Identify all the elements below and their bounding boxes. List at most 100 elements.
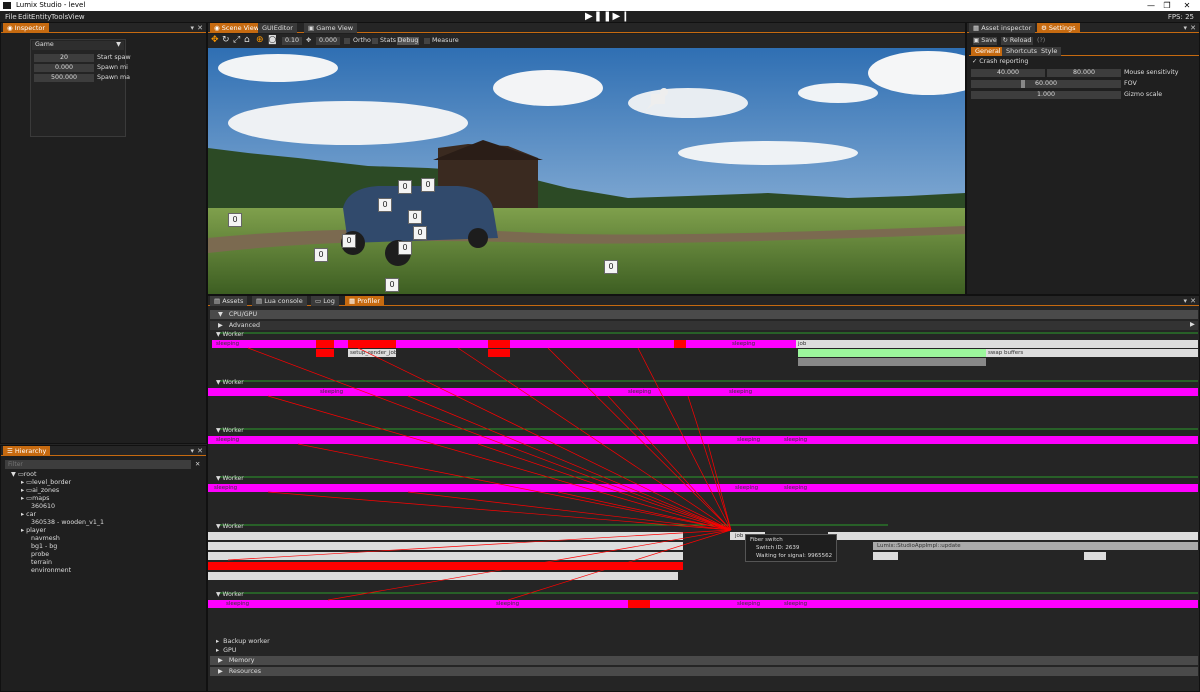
close-settings-icon[interactable]: ✕: [1190, 23, 1196, 33]
pin-icon[interactable]: ▾: [1183, 296, 1187, 306]
ortho-checkbox[interactable]: [344, 38, 350, 44]
component-select[interactable]: Game ▼: [32, 41, 124, 50]
entity-badge[interactable]: 0: [378, 198, 392, 212]
spawn-max-field[interactable]: 500.000: [34, 74, 94, 82]
block-sleeping[interactable]: sleeping: [318, 388, 343, 396]
menu-tools[interactable]: Tools: [51, 13, 68, 21]
block-sleeping[interactable]: sleeping: [782, 600, 807, 608]
tab-log[interactable]: ▭ Log: [311, 296, 339, 306]
tree-item-bg[interactable]: bg1 - bg: [31, 543, 57, 551]
pin-icon[interactable]: ▾: [190, 23, 194, 33]
snap-icon[interactable]: ✥: [306, 37, 311, 45]
reload-button[interactable]: ↻ Reload: [1001, 37, 1033, 45]
tree-item-root[interactable]: ▼ ▭root: [11, 471, 36, 479]
entity-badge[interactable]: 0: [413, 226, 427, 240]
clear-filter-icon[interactable]: ✕: [195, 461, 200, 469]
profiler-timeline[interactable]: [208, 330, 1200, 640]
block-sleeping[interactable]: sleeping: [224, 600, 249, 608]
block-job[interactable]: job: [796, 340, 806, 348]
tree-item-360610[interactable]: 360610: [31, 503, 55, 511]
section-advanced[interactable]: ▶ Advanced: [210, 321, 1198, 330]
section-cpu-gpu[interactable]: ▼ CPU/GPU: [210, 310, 1198, 319]
section-memory[interactable]: ▶ Memory: [210, 656, 1198, 665]
entity-badge[interactable]: 0: [398, 180, 412, 194]
worker-label[interactable]: ▼ Worker: [216, 427, 244, 434]
section-gpu[interactable]: ▸ GPU: [216, 647, 236, 655]
section-resources[interactable]: ▶ Resources: [210, 667, 1198, 676]
measure-checkbox[interactable]: [424, 38, 430, 44]
tab-asset-inspector[interactable]: ▦ Asset inspector: [969, 23, 1036, 33]
rotation-snap-field[interactable]: 0.000: [316, 37, 340, 45]
block-sleeping[interactable]: sleeping: [212, 484, 237, 492]
help-icon[interactable]: (?): [1037, 37, 1045, 45]
entity-badge[interactable]: 0: [398, 241, 412, 255]
tree-item-terrain[interactable]: terrain: [31, 559, 52, 567]
tab-profiler[interactable]: ▦ Profiler: [345, 296, 385, 306]
tab-gui-editor[interactable]: GUIEditor: [258, 23, 297, 33]
pin-icon[interactable]: ▾: [1183, 23, 1187, 33]
block-sleeping[interactable]: sleeping: [214, 436, 239, 444]
worker-label[interactable]: ▼ Worker: [216, 379, 244, 386]
close-icon[interactable]: ✕: [1180, 0, 1194, 11]
entity-badge[interactable]: 0: [408, 210, 422, 224]
tab-lua-console[interactable]: ▤ Lua console: [252, 296, 307, 306]
section-backup-worker[interactable]: ▸ Backup worker: [216, 638, 270, 646]
tree-item-car[interactable]: ▸ car: [21, 511, 36, 519]
block-sleeping[interactable]: sleeping: [494, 600, 519, 608]
block-swap-buffers[interactable]: swap buffers: [986, 349, 1023, 357]
fov-slider[interactable]: 60.000: [971, 80, 1121, 88]
block-sleeping[interactable]: sleeping: [735, 600, 760, 608]
scale-icon[interactable]: ⤢: [233, 36, 240, 45]
block-job[interactable]: job: [733, 532, 743, 540]
tree-item-navmesh[interactable]: navmesh: [31, 535, 60, 543]
pause-icon[interactable]: ❚❚: [594, 11, 613, 22]
block-sleeping[interactable]: sleeping: [727, 388, 752, 396]
tab-inspector[interactable]: ◉ Inspector: [3, 23, 50, 33]
tree-item-environment[interactable]: environment: [31, 567, 71, 575]
menu-entity[interactable]: Entity: [31, 13, 51, 21]
block-sleeping[interactable]: sleeping: [782, 484, 807, 492]
tab-assets[interactable]: ▤ Assets: [210, 296, 248, 306]
block-sleeping[interactable]: sleeping: [782, 436, 807, 444]
close-hierarchy-icon[interactable]: ✕: [197, 446, 203, 456]
tab-shortcuts[interactable]: Shortcuts: [1002, 47, 1042, 56]
maximize-icon[interactable]: ❐: [1160, 0, 1174, 11]
close-profiler-icon[interactable]: ✕: [1190, 296, 1196, 306]
mouse-sensitivity-x[interactable]: 40.000: [971, 69, 1045, 77]
block-sleeping[interactable]: sleeping: [733, 484, 758, 492]
move-icon[interactable]: ✥: [211, 36, 219, 45]
menu-edit[interactable]: Edit: [18, 13, 32, 21]
pin-icon[interactable]: ▾: [190, 446, 194, 456]
worker-label[interactable]: ▼ Worker: [216, 591, 244, 598]
entity-badge[interactable]: 0: [314, 248, 328, 262]
menu-view[interactable]: View: [68, 13, 85, 21]
menu-file[interactable]: File: [5, 13, 17, 21]
start-spawn-field[interactable]: 20: [34, 54, 94, 62]
tab-style[interactable]: Style: [1037, 47, 1062, 56]
worker-label[interactable]: ▼ Worker: [216, 523, 244, 530]
global-icon[interactable]: ⊕: [256, 36, 264, 45]
tab-settings[interactable]: ⚙ Settings: [1037, 23, 1080, 33]
tab-scene-view[interactable]: ◉ Scene View: [210, 23, 264, 33]
tree-item-level-border[interactable]: ▸ ▭level_border: [21, 479, 71, 487]
entity-badge[interactable]: 0: [421, 178, 435, 192]
block-studio-update[interactable]: Lumix::StudioAppImpl::update: [875, 542, 961, 550]
close-inspector-icon[interactable]: ✕: [197, 23, 203, 33]
gizmo-scale-field[interactable]: 1.000: [971, 91, 1121, 99]
tab-hierarchy[interactable]: ☰ Hierarchy: [3, 446, 51, 456]
rotate-icon[interactable]: ↻: [222, 36, 230, 45]
crash-reporting-checkbox[interactable]: ✓ Crash reporting: [972, 58, 1028, 66]
stats-checkbox[interactable]: [372, 38, 378, 44]
debug-button[interactable]: Debug: [397, 37, 419, 45]
tab-general[interactable]: General: [971, 47, 1005, 56]
play-icon[interactable]: ▶: [585, 11, 594, 22]
block-setup-render-job[interactable]: setup_render_job: [348, 349, 397, 357]
tree-item-probe[interactable]: probe: [31, 551, 49, 559]
worker-label[interactable]: ▼ Worker: [216, 331, 244, 338]
minimize-icon[interactable]: —: [1144, 0, 1158, 11]
entity-badge[interactable]: 0: [228, 213, 242, 227]
save-button[interactable]: ▣ Save: [973, 37, 997, 45]
block-sleeping[interactable]: sleeping: [214, 340, 239, 348]
expand-icon[interactable]: ▶: [1190, 321, 1195, 329]
tree-item-maps[interactable]: ▸ ▭maps: [21, 495, 49, 503]
